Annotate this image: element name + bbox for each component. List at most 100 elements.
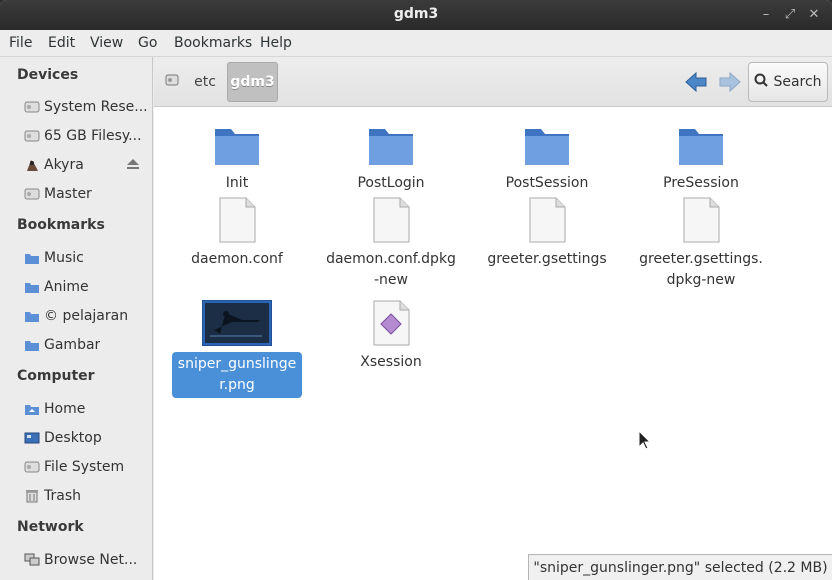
file-item[interactable]: greeter.gsettings	[482, 197, 612, 270]
folder-item[interactable]: PostLogin	[326, 121, 456, 194]
sidebar-item-gambar[interactable]: Gambar	[24, 333, 148, 357]
location-toolbar: etc gdm3 Search	[154, 57, 832, 107]
sidebar-item-trash[interactable]: Trash	[24, 484, 148, 508]
script-file-icon	[367, 300, 415, 346]
sidebar-item-master[interactable]: Master	[24, 182, 148, 206]
sidebar-item-label: 65 GB Filesy...	[44, 128, 142, 144]
sidebar-item-label: Akyra	[44, 157, 84, 173]
file-label: greeter.gsettings.dpkg-new	[639, 251, 763, 288]
folder-item[interactable]: Init	[172, 121, 302, 194]
crumb-etc-button[interactable]: etc	[188, 62, 222, 102]
file-item[interactable]: daemon.conf	[172, 197, 302, 270]
network-icon	[24, 553, 40, 567]
sidebar-item-label: Anime	[44, 279, 89, 295]
status-bar: "sniper_gunslinger.png" selected (2.2 MB…	[528, 554, 832, 580]
file-item-selected[interactable]: sniper_gunslinger.png	[172, 299, 302, 398]
folder-icon	[523, 121, 571, 167]
file-label: PreSession	[663, 175, 739, 191]
file-label: daemon.conf	[191, 251, 283, 267]
sidebar-item-label: Music	[44, 250, 84, 266]
desktop-icon	[24, 431, 40, 445]
sidebar-item-label: © pelajaran	[44, 308, 129, 324]
file-label: sniper_gunslinger.png	[172, 352, 302, 398]
menu-bookmarks[interactable]: Bookmarks	[174, 35, 252, 51]
titlebar[interactable]: gdm3 – ⤢ ✕	[0, 0, 832, 30]
file-label: PostLogin	[357, 175, 425, 191]
file-label: Xsession	[360, 354, 422, 370]
drive-icon	[24, 100, 40, 114]
folder-item[interactable]: PostSession	[482, 121, 612, 194]
sidebar-item-label: Desktop	[44, 430, 102, 446]
menu-go[interactable]: Go	[138, 35, 157, 51]
network-heading: Network	[17, 519, 84, 535]
bookmarks-heading: Bookmarks	[17, 217, 105, 233]
back-arrow-icon[interactable]	[684, 71, 708, 93]
crumb-root-button[interactable]	[160, 62, 184, 102]
sidebar-item-browse-network[interactable]: Browse Net...	[24, 548, 148, 572]
drive-icon	[24, 460, 40, 474]
text-file-icon	[213, 197, 261, 243]
file-label: daemon.conf.dpkg-new	[326, 251, 456, 288]
file-item[interactable]: greeter.gsettings.dpkg-new	[636, 197, 766, 291]
sidebar-item-pelajaran[interactable]: © pelajaran	[24, 304, 148, 328]
folder-item[interactable]: PreSession	[636, 121, 766, 194]
eject-icon[interactable]	[126, 158, 140, 172]
devices-heading: Devices	[17, 67, 79, 83]
menubar: File Edit View Go Bookmarks Help	[0, 30, 832, 57]
text-file-icon	[367, 197, 415, 243]
menu-file[interactable]: File	[9, 35, 32, 51]
computer-heading: Computer	[17, 368, 95, 384]
usb-drive-icon	[24, 158, 40, 172]
sidebar-item-anime[interactable]: Anime	[24, 275, 148, 299]
drive-icon	[24, 187, 40, 201]
minimize-icon[interactable]: –	[756, 5, 776, 25]
drive-icon	[24, 129, 40, 143]
sidebar-item-65gb[interactable]: 65 GB Filesy...	[24, 124, 148, 148]
search-icon	[754, 73, 769, 91]
sidebar-item-label: Gambar	[44, 337, 101, 353]
maximize-icon[interactable]: ⤢	[780, 5, 800, 25]
sidebar-item-label: Browse Net...	[44, 552, 138, 568]
sidebar-item-system-reserved[interactable]: System Rese...	[24, 95, 148, 119]
sidebar-item-label: File System	[44, 459, 125, 475]
file-label: Init	[225, 175, 249, 191]
sidebar-item-label: Trash	[44, 488, 81, 504]
file-label: greeter.gsettings	[487, 251, 607, 267]
sidebar-item-music[interactable]: Music	[24, 246, 148, 270]
file-item[interactable]: daemon.conf.dpkg-new	[326, 197, 456, 291]
menu-view[interactable]: View	[90, 35, 123, 51]
sidebar: Devices System Rese... 65 GB Filesy... A…	[0, 57, 153, 580]
image-thumbnail-icon	[201, 299, 273, 347]
trash-icon	[24, 489, 40, 503]
mouse-cursor-icon	[638, 429, 652, 450]
forward-arrow-icon[interactable]	[718, 71, 742, 93]
window-title: gdm3	[393, 6, 439, 22]
sidebar-item-file-system[interactable]: File System	[24, 455, 148, 479]
folder-icon	[367, 121, 415, 167]
folder-icon	[24, 338, 40, 352]
folder-icon	[677, 121, 725, 167]
close-icon[interactable]: ✕	[804, 5, 824, 25]
file-manager-window: gdm3 – ⤢ ✕ File Edit View Go Bookmarks H…	[0, 0, 832, 580]
folder-icon	[24, 280, 40, 294]
sidebar-item-home[interactable]: Home	[24, 397, 148, 421]
text-file-icon	[523, 197, 571, 243]
text-file-icon	[677, 197, 725, 243]
folder-icon	[24, 309, 40, 323]
sidebar-item-label: Home	[44, 401, 86, 417]
sidebar-item-label: Master	[44, 186, 92, 202]
search-button[interactable]: Search	[748, 62, 828, 102]
file-item[interactable]: Xsession	[326, 300, 456, 373]
menu-edit[interactable]: Edit	[48, 35, 75, 51]
menu-help[interactable]: Help	[260, 35, 292, 51]
home-folder-icon	[24, 402, 40, 416]
file-label: PostSession	[505, 175, 589, 191]
search-button-label: Search	[773, 74, 822, 90]
sidebar-item-desktop[interactable]: Desktop	[24, 426, 148, 450]
folder-icon	[24, 251, 40, 265]
sidebar-item-label: System Rese...	[44, 99, 148, 115]
file-view[interactable]: etc gdm3 Search Init PostLogin PostSessi…	[154, 57, 832, 580]
crumb-gdm3-button[interactable]: gdm3	[227, 62, 278, 102]
folder-icon	[213, 121, 261, 167]
drive-icon	[165, 73, 179, 91]
